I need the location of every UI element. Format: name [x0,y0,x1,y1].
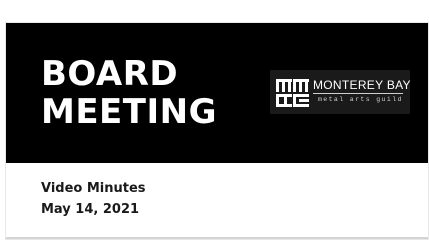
header-banner: BOARD MEETING MONTEREY BAY metal arts gu… [6,23,428,163]
logo-name: MONTEREY BAY [313,78,411,92]
title-line-meeting: MEETING [41,92,217,132]
logo-tagline: metal arts guild [318,96,403,103]
meeting-date: May 14, 2021 [41,202,140,217]
meeting-card[interactable]: BOARD MEETING MONTEREY BAY metal arts gu… [6,23,428,239]
meeting-type: Video Minutes [41,181,146,196]
logo-divider [313,93,403,94]
title-line-board: BOARD [41,54,179,94]
card-bottom-divider [6,237,428,239]
meeting-details: Video Minutes May 14, 2021 [41,178,146,220]
guild-logo: MONTEREY BAY metal arts guild [270,70,411,114]
mbmag-monogram-icon [276,79,309,107]
page-title: BOARD MEETING [41,55,217,131]
